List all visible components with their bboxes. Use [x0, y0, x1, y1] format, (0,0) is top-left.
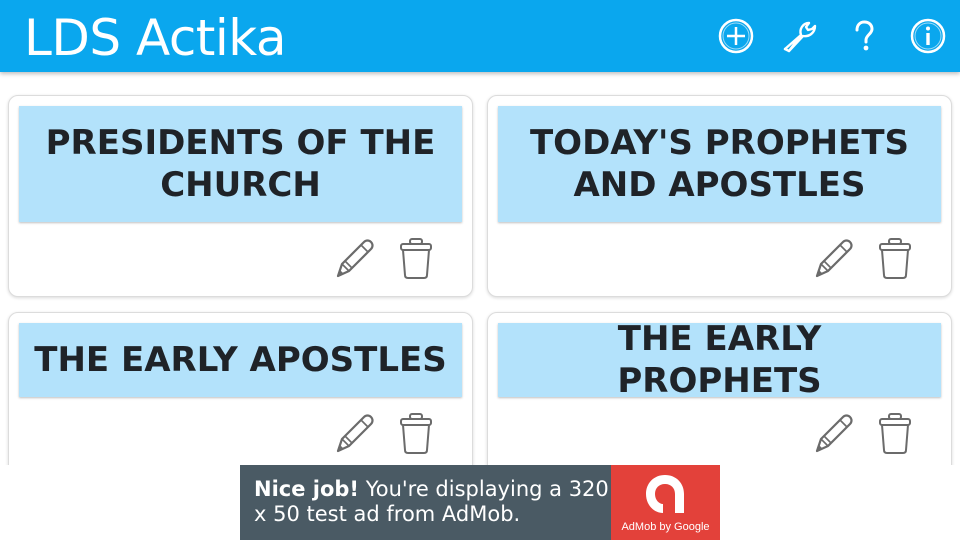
delete-deck-button[interactable] — [392, 234, 440, 282]
edit-deck-button[interactable] — [330, 409, 378, 457]
admob-logo: AdMob by Google — [611, 465, 720, 540]
trash-icon — [400, 238, 432, 279]
deck-actions — [330, 409, 450, 457]
ad-text: Nice job! You're displaying a 320 x 50 t… — [254, 477, 614, 527]
pencil-icon — [815, 239, 853, 278]
delete-deck-button[interactable] — [871, 234, 919, 282]
edit-deck-button[interactable] — [809, 234, 857, 282]
question-mark-icon — [855, 20, 874, 51]
pencil-icon — [815, 414, 853, 453]
deck-card: TODAY'S PROPHETS AND APOSTLES — [487, 95, 952, 297]
edit-deck-button[interactable] — [330, 234, 378, 282]
trash-icon — [400, 413, 432, 454]
trash-icon — [879, 413, 911, 454]
pencil-icon — [336, 239, 374, 278]
deck-card: THE EARLY PROPHETS — [487, 312, 952, 465]
trash-icon — [879, 238, 911, 279]
deck-title-button[interactable]: THE EARLY PROPHETS — [498, 319, 941, 401]
deck-grid: PRESIDENTS OF THE CHURCH TODAY'S PROPHET… — [0, 72, 960, 465]
deck-actions — [809, 234, 929, 282]
admob-icon — [646, 475, 684, 513]
ad-brand: AdMob by Google — [621, 521, 710, 533]
deck-actions — [809, 409, 929, 457]
app-bar: LDS Actika — [0, 0, 960, 72]
deck-actions — [330, 234, 450, 282]
deck-title-button[interactable]: TODAY'S PROPHETS AND APOSTLES — [498, 106, 941, 222]
app-title: LDS Actika — [24, 9, 287, 67]
delete-deck-button[interactable] — [392, 409, 440, 457]
deck-title-button[interactable]: THE EARLY APOSTLES — [19, 323, 462, 397]
deck-title-button[interactable]: PRESIDENTS OF THE CHURCH — [19, 106, 462, 222]
help-button[interactable] — [842, 14, 886, 58]
ad-headline: Nice job! — [254, 477, 360, 501]
pencil-icon — [336, 414, 374, 453]
info-circle-icon — [910, 18, 946, 54]
settings-button[interactable] — [778, 14, 822, 58]
deck-card: PRESIDENTS OF THE CHURCH — [8, 95, 473, 297]
info-button[interactable] — [906, 14, 950, 58]
ad-banner[interactable]: Nice job! You're displaying a 320 x 50 t… — [240, 465, 720, 540]
deck-card: THE EARLY APOSTLES — [8, 312, 473, 465]
wrench-icon — [783, 21, 817, 53]
add-button[interactable] — [714, 14, 758, 58]
edit-deck-button[interactable] — [809, 409, 857, 457]
delete-deck-button[interactable] — [871, 409, 919, 457]
plus-circle-icon — [718, 18, 754, 54]
